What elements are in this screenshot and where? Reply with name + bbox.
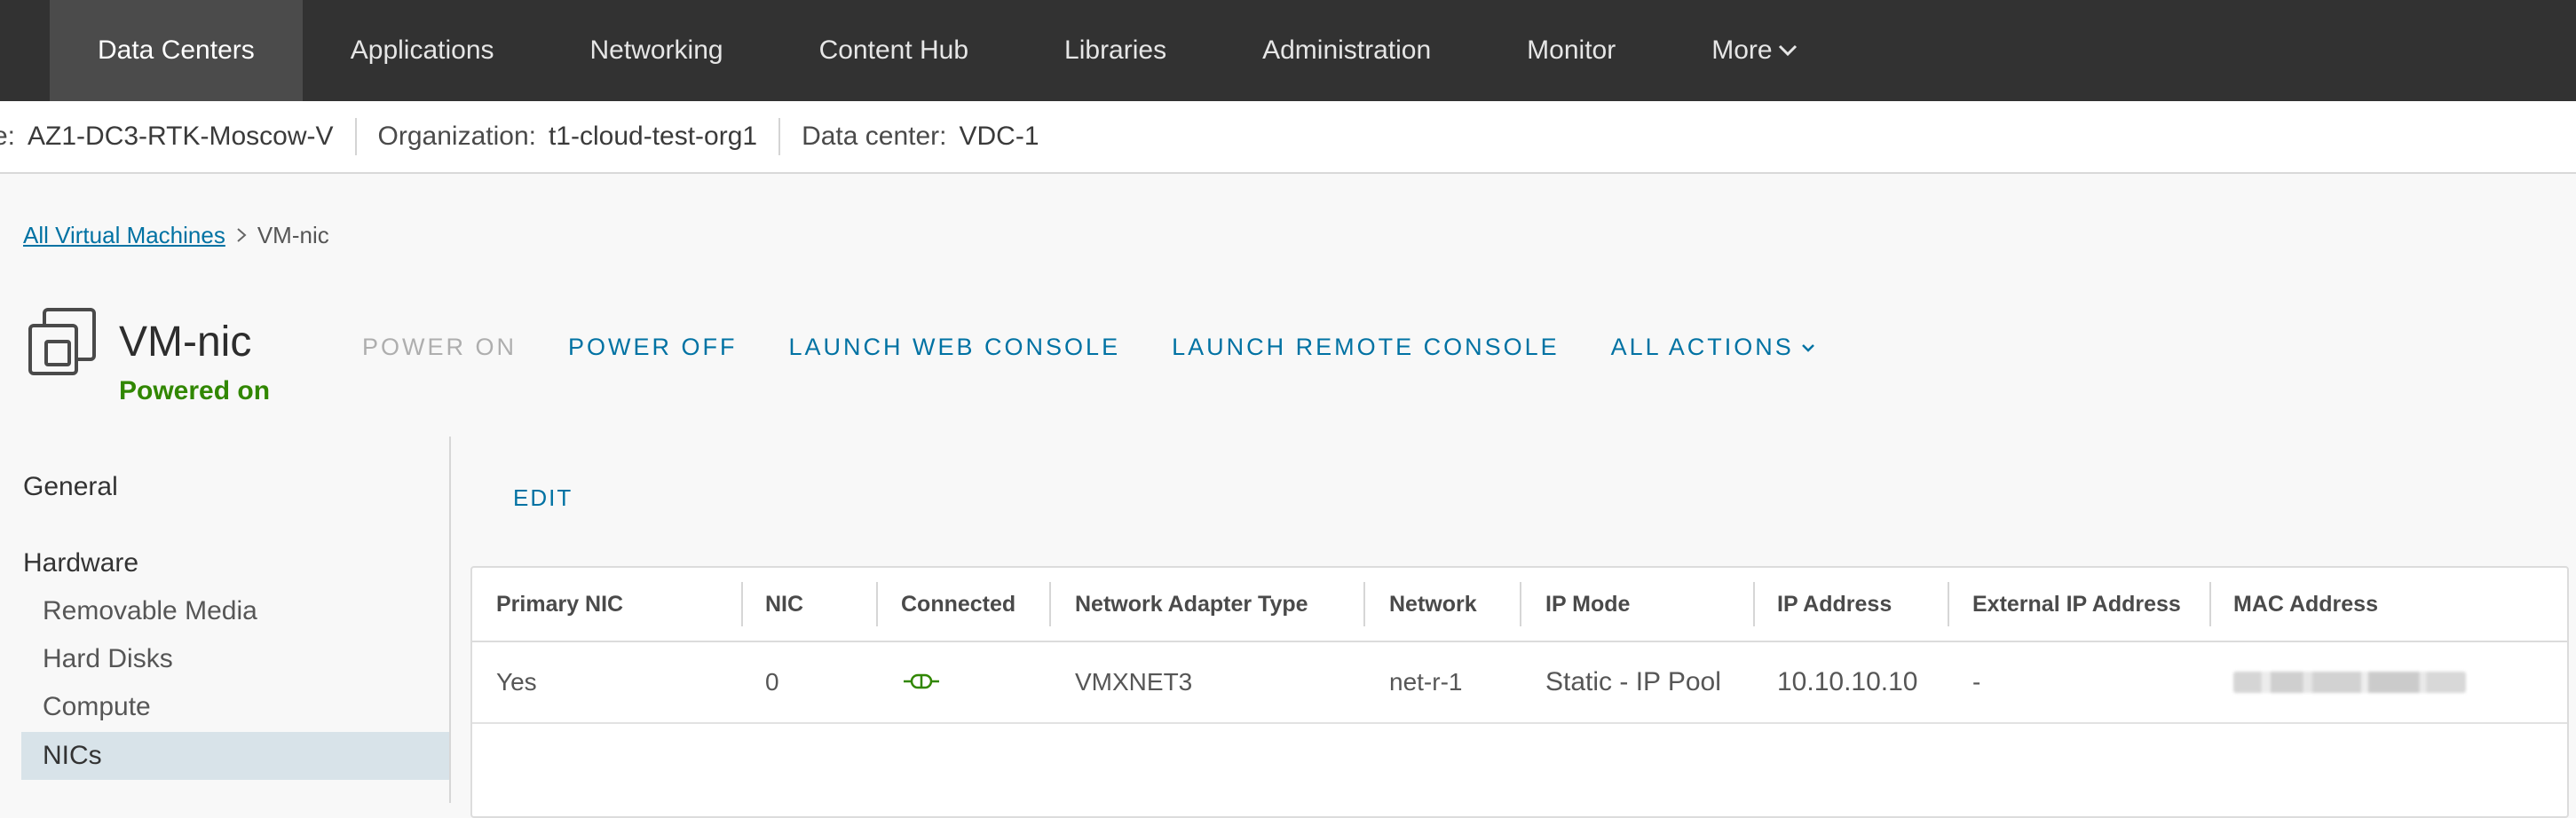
power-off-button[interactable]: POWER OFF: [568, 334, 738, 361]
sidebar-item-compute[interactable]: Compute: [43, 692, 151, 722]
sidebar-item-removable-media[interactable]: Removable Media: [43, 596, 257, 626]
column-header-mac-address[interactable]: MAC Address: [2233, 568, 2378, 641]
breadcrumb-current: VM-nic: [257, 222, 329, 248]
context-dc-value: VDC-1: [959, 122, 1039, 151]
chevron-down-icon: [1778, 44, 1798, 57]
cell-primary-nic: Yes: [496, 668, 537, 696]
nav-left-edge: [0, 0, 50, 101]
context-org-value: t1-cloud-test-org1: [548, 122, 758, 151]
launch-remote-console-button[interactable]: LAUNCH REMOTE CONSOLE: [1172, 334, 1560, 361]
power-on-button[interactable]: POWER ON: [362, 334, 517, 361]
column-resize-handle[interactable]: [1948, 582, 1949, 626]
nav-monitor[interactable]: Monitor: [1479, 0, 1663, 101]
column-header-ip-address[interactable]: IP Address: [1777, 568, 1892, 641]
context-organization[interactable]: Organization: t1-cloud-test-org1: [357, 122, 779, 152]
vm-power-status: Powered on: [119, 376, 271, 405]
cell-mac-address: [2233, 642, 2466, 722]
column-header-external-ip[interactable]: External IP Address: [1972, 568, 2181, 641]
context-bar: e: AZ1-DC3-RTK-Moscow-V Organization: t1…: [0, 101, 2576, 174]
column-resize-handle[interactable]: [1363, 582, 1365, 626]
column-header-ip-mode[interactable]: IP Mode: [1545, 568, 1630, 641]
column-header-connected[interactable]: Connected: [901, 568, 1015, 641]
all-actions-dropdown[interactable]: ALL ACTIONS: [1611, 334, 1815, 361]
breadcrumb: All Virtual Machines VM-nic: [23, 222, 329, 249]
datagrid-header: Primary NIC NIC Connected Network Adapte…: [472, 568, 2567, 642]
cell-ip-mode: Static - IP Pool: [1545, 667, 1721, 696]
launch-web-console-button[interactable]: LAUNCH WEB CONSOLE: [789, 334, 1121, 361]
sidebar-item-general[interactable]: General: [23, 472, 118, 502]
vm-title: VM-nic: [119, 319, 252, 366]
vm-icon: [27, 306, 98, 377]
column-resize-handle[interactable]: [876, 582, 878, 626]
all-actions-label: ALL ACTIONS: [1610, 334, 1794, 360]
table-row[interactable]: Yes 0 VMXNET3 net-r-1 Static - IP Pool 1…: [472, 642, 2567, 724]
vm-details-sidebar: General Hardware Removable Media Hard Di…: [0, 437, 451, 803]
cell-nic: 0: [765, 668, 779, 696]
context-org-key: Organization:: [377, 122, 536, 151]
nav-content-hub[interactable]: Content Hub: [771, 0, 1016, 101]
column-resize-handle[interactable]: [1753, 582, 1755, 626]
context-site[interactable]: e: AZ1-DC3-RTK-Moscow-V: [0, 122, 355, 152]
cell-adapter-type: VMXNET3: [1075, 668, 1193, 696]
nav-libraries[interactable]: Libraries: [1016, 0, 1214, 101]
cell-connected: [903, 642, 940, 722]
column-header-nic[interactable]: NIC: [765, 568, 803, 641]
redacted-mac-address: [2233, 672, 2466, 693]
context-data-center[interactable]: Data center: VDC-1: [780, 122, 1060, 152]
breadcrumb-all-vms-link[interactable]: All Virtual Machines: [23, 222, 225, 249]
connected-plug-icon: [903, 668, 940, 696]
nav-more[interactable]: More: [1663, 0, 1845, 101]
cell-network: net-r-1: [1389, 668, 1463, 696]
cell-ip-address: 10.10.10.10: [1777, 667, 1918, 696]
nav-applications[interactable]: Applications: [303, 0, 542, 101]
edit-button[interactable]: EDIT: [513, 484, 573, 512]
column-resize-handle[interactable]: [2209, 582, 2211, 626]
nav-networking[interactable]: Networking: [542, 0, 771, 101]
context-site-value: AZ1-DC3-RTK-Moscow-V: [28, 122, 334, 151]
sidebar-item-hard-disks[interactable]: Hard Disks: [43, 644, 173, 674]
nav-data-centers[interactable]: Data Centers: [50, 0, 303, 101]
chevron-right-icon: [236, 222, 247, 249]
column-resize-handle[interactable]: [741, 582, 743, 626]
top-nav: Data Centers Applications Networking Con…: [0, 0, 2576, 101]
chevron-down-icon: [1801, 343, 1815, 352]
context-dc-key: Data center:: [802, 122, 947, 151]
vm-actions-bar: POWER ON POWER OFF LAUNCH WEB CONSOLE LA…: [362, 334, 1867, 361]
column-resize-handle[interactable]: [1520, 582, 1521, 626]
cell-external-ip: -: [1972, 668, 1981, 696]
column-header-primary-nic[interactable]: Primary NIC: [496, 568, 623, 641]
column-header-adapter-type[interactable]: Network Adapter Type: [1075, 568, 1308, 641]
sidebar-section-hardware[interactable]: Hardware: [23, 548, 138, 578]
column-header-network[interactable]: Network: [1389, 568, 1477, 641]
context-site-key: e:: [0, 122, 16, 151]
nav-administration[interactable]: Administration: [1214, 0, 1479, 101]
sidebar-item-nics[interactable]: NICs: [21, 732, 449, 780]
nic-datagrid: Primary NIC NIC Connected Network Adapte…: [470, 566, 2569, 818]
nav-more-label: More: [1711, 35, 1773, 65]
column-resize-handle[interactable]: [1049, 582, 1051, 626]
